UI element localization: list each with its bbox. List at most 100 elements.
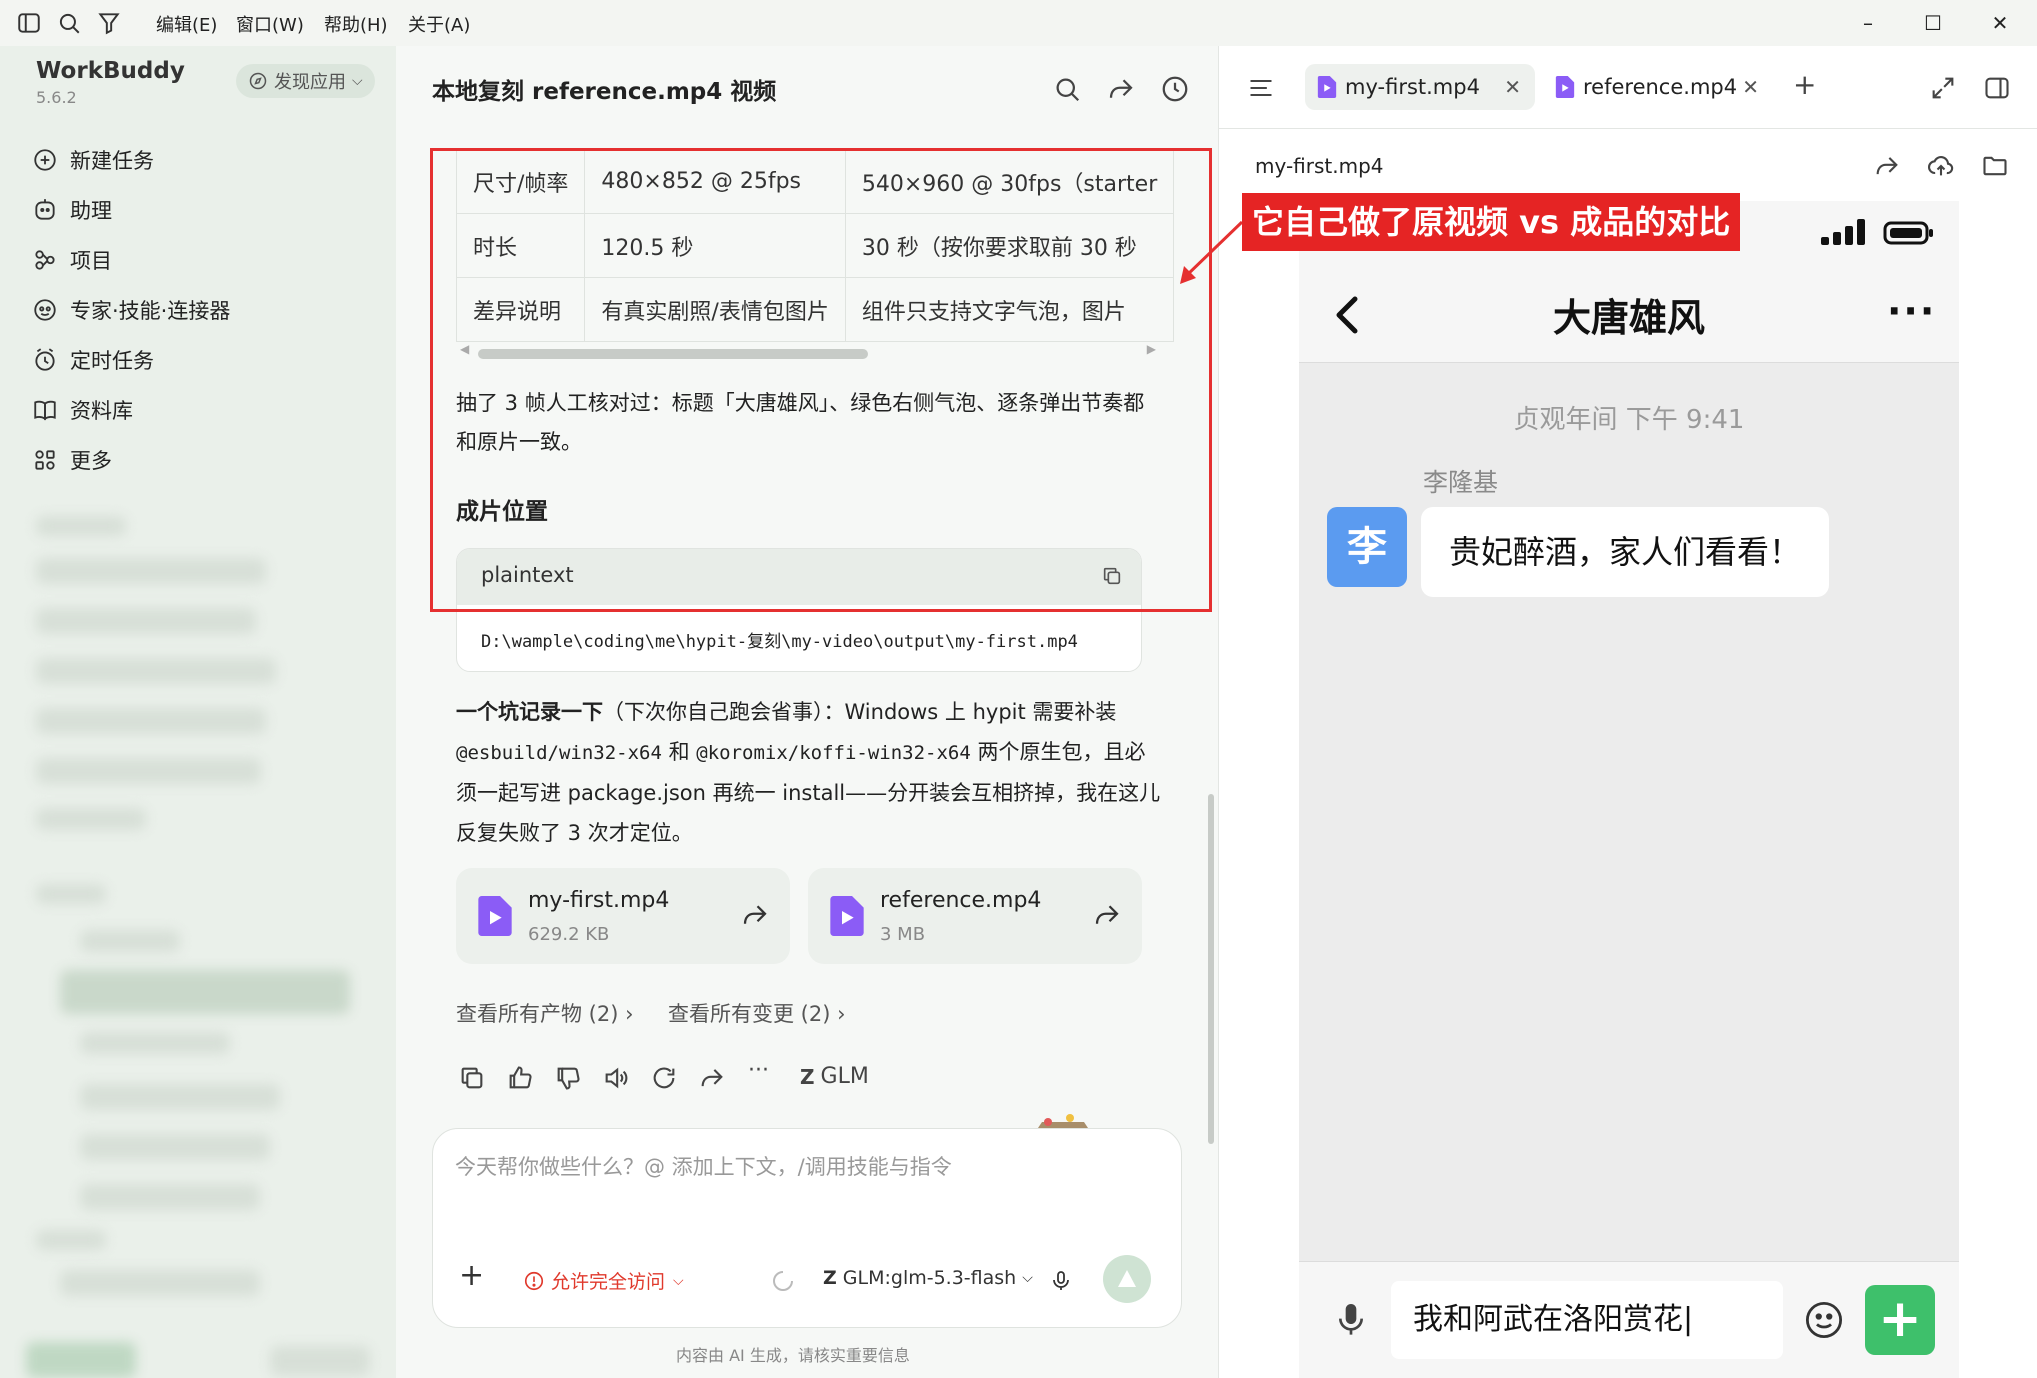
thumbs-down-icon[interactable] — [554, 1064, 582, 1092]
permission-selector[interactable]: 允许完全访问 ⌵ — [523, 1267, 684, 1294]
nav-more[interactable]: 更多 — [32, 440, 112, 480]
expand-icon[interactable] — [1929, 74, 1957, 102]
zhipu-logo-icon: Z — [800, 1064, 815, 1089]
nav-assistant[interactable]: 助理 — [32, 190, 112, 230]
thumbs-up-icon[interactable] — [506, 1064, 534, 1092]
close-tab-icon[interactable]: ✕ — [1742, 75, 1759, 99]
annotation-label: 它自己做了原视频 vs 成品的对比 — [1242, 193, 1741, 251]
file-card-my-first[interactable]: my-first.mp4 629.2 KB — [456, 868, 790, 964]
nav-label: 更多 — [70, 449, 112, 473]
search-icon[interactable] — [1052, 74, 1082, 104]
view-changes-label: 查看所有变更 (2) — [668, 1002, 831, 1026]
filter-icon[interactable] — [96, 10, 122, 36]
file-card-reference[interactable]: reference.mp4 3 MB — [808, 868, 1142, 964]
blurred-history — [80, 1184, 260, 1210]
blurred-history — [36, 708, 266, 734]
nav-schedule[interactable]: 定时任务 — [32, 340, 154, 380]
ai-disclaimer: 内容由 AI 生成，请核实重要信息 — [676, 1346, 910, 1365]
menu-window[interactable]: 窗口(W) — [236, 11, 304, 37]
menu-edit[interactable]: 编辑(E) — [156, 11, 217, 37]
file-name: reference.mp4 — [880, 888, 1042, 913]
close-button[interactable]: ✕ — [1980, 6, 2020, 40]
menu-help[interactable]: 帮助(H) — [324, 11, 388, 37]
blurred-history — [60, 970, 350, 1014]
minimize-button[interactable]: – — [1848, 6, 1888, 40]
view-artifacts-link[interactable]: 查看所有产物 (2) › — [456, 998, 634, 1028]
app-version: 5.6.2 — [36, 88, 77, 107]
nav-new-task[interactable]: 新建任务 — [32, 140, 154, 180]
send-button[interactable] — [1103, 1255, 1151, 1303]
assistant-icon — [35, 199, 55, 220]
schedule-icon — [35, 348, 55, 371]
model-badge: Z GLM — [800, 1064, 869, 1089]
chat-input[interactable]: 今天帮你做些什么？@ 添加上下文，/调用技能与指令 — [455, 1151, 952, 1181]
phone-add-icon: + — [1865, 1285, 1935, 1355]
phone-message-bubble: 贵妃醉酒，家人们看看！ — [1421, 507, 1830, 597]
tab-label: reference.mp4 — [1583, 75, 1738, 99]
send-icon — [1118, 1270, 1136, 1287]
model-selector[interactable]: Z GLM:glm-5.3-flash ⌵ — [823, 1267, 1033, 1289]
phone-sender-name: 李隆基 — [1423, 468, 1499, 497]
zhipu-logo-icon: Z — [823, 1267, 837, 1289]
search-icon[interactable] — [56, 10, 82, 36]
close-tab-icon[interactable]: ✕ — [1504, 75, 1521, 99]
panel-toggle-icon[interactable] — [1983, 74, 2011, 102]
nav-label: 资料库 — [70, 399, 133, 423]
preview-file-label: my-first.mp4 — [1255, 154, 1384, 178]
chevron-down-icon: ⌵ — [673, 1272, 684, 1289]
microphone-icon[interactable] — [1049, 1269, 1073, 1293]
project-icon — [35, 250, 55, 270]
new-tab-button[interactable]: + — [1793, 68, 1816, 101]
discover-apps-button[interactable]: 发现应用 ⌵ — [236, 64, 375, 98]
share-icon[interactable] — [740, 900, 770, 930]
tab-my-first[interactable]: my-first.mp4 ✕ — [1305, 64, 1535, 110]
view-changes-link[interactable]: 查看所有变更 (2) › — [668, 998, 846, 1028]
share-icon[interactable] — [698, 1064, 726, 1092]
model-badge-label: GLM — [820, 1064, 869, 1089]
share-icon[interactable] — [1092, 900, 1122, 930]
history-icon[interactable] — [1160, 74, 1190, 104]
upload-icon[interactable] — [1927, 152, 1955, 180]
annotation-arrow — [1180, 220, 1244, 284]
copy-icon[interactable] — [458, 1064, 486, 1092]
menu-about[interactable]: 关于(A) — [408, 11, 470, 37]
phone-message-input: 我和阿武在洛阳赏花| — [1391, 1281, 1783, 1359]
add-attachment-button[interactable]: + — [459, 1261, 484, 1291]
blurred-history — [36, 884, 106, 904]
blurred-history — [80, 930, 180, 952]
more-options-icon[interactable]: ··· — [748, 1058, 769, 1083]
chevron-right-icon: › — [837, 1002, 846, 1026]
share-icon[interactable] — [1873, 152, 1901, 180]
nav-project[interactable]: 项目 — [32, 240, 112, 280]
speaker-icon[interactable] — [602, 1064, 630, 1092]
blurred-history — [80, 1084, 280, 1110]
sidebar-toggle-icon[interactable] — [16, 10, 42, 36]
blurred-history — [36, 758, 261, 784]
tip-text: 和 — [661, 740, 697, 764]
warning-icon — [524, 1271, 544, 1290]
tab-reference[interactable]: reference.mp4 ✕ — [1543, 64, 1773, 110]
nav-label: 新建任务 — [70, 149, 154, 173]
folder-icon[interactable] — [1981, 152, 2009, 180]
library-icon — [34, 400, 56, 421]
blurred-history — [36, 558, 266, 584]
scrollbar-thumb[interactable] — [1208, 794, 1214, 1144]
phone-mic-icon — [1339, 1304, 1363, 1335]
maximize-button[interactable]: ☐ — [1913, 6, 1953, 40]
chevron-down-icon: ⌵ — [1022, 1270, 1033, 1286]
chevron-down-icon: ⌵ — [352, 73, 363, 89]
nav-label: 专家·技能·连接器 — [70, 299, 231, 323]
model-select-label: GLM:glm-5.3-flash — [842, 1267, 1017, 1289]
share-icon[interactable] — [1106, 74, 1136, 104]
video-file-icon — [830, 896, 864, 936]
phone-chat-title: 大唐雄风 — [1552, 296, 1705, 340]
refresh-icon[interactable] — [650, 1064, 678, 1092]
tip-text: （下次你自己跑会省事）：Windows 上 hypit 需要补装 — [603, 700, 1117, 724]
chat-title: 本地复刻 reference.mp4 视频 — [432, 79, 777, 105]
nav-expert[interactable]: 专家·技能·连接器 — [32, 290, 230, 330]
menu-icon[interactable] — [1247, 74, 1275, 102]
nav-library[interactable]: 资料库 — [32, 390, 133, 430]
nav-label: 助理 — [70, 199, 112, 223]
sidebar: WorkBuddy 5.6.2 发现应用 ⌵ 新建任务 助理 项目 专家·技能·… — [0, 46, 396, 1378]
nav-label: 定时任务 — [70, 349, 154, 373]
